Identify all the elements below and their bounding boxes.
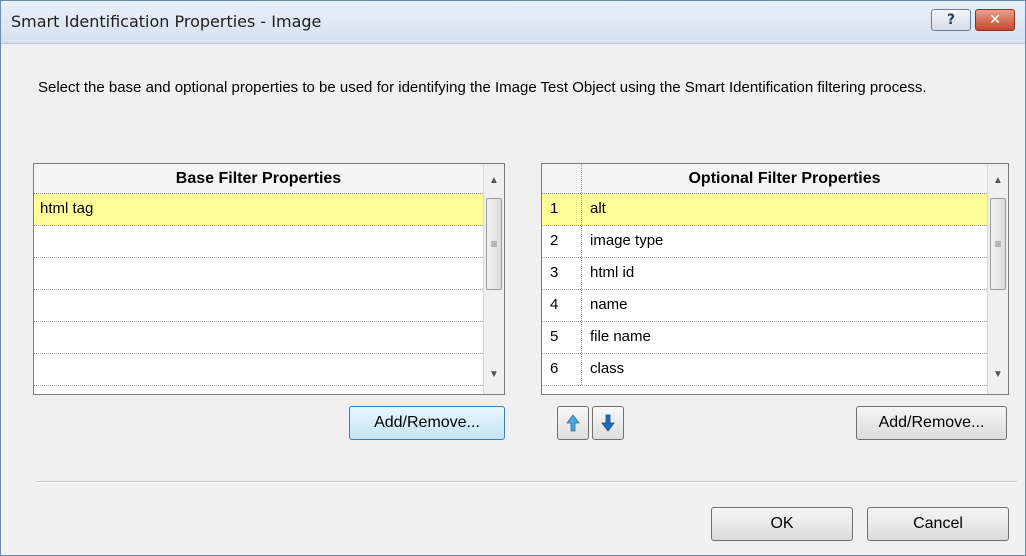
title-bar[interactable]: Smart Identification Properties - Image … [1,1,1025,44]
base-add-remove-button[interactable]: Add/Remove... [349,406,505,440]
base-filter-header: Base Filter Properties [34,164,483,194]
ok-button[interactable]: OK [711,507,853,541]
scroll-grip-icon: ≡ [490,237,498,251]
optional-filter-row[interactable]: 5 file name [542,322,987,354]
scroll-thumb[interactable]: ≡ [486,198,502,290]
scroll-down-icon[interactable]: ▼ [484,364,504,384]
cancel-button[interactable]: Cancel [867,507,1009,541]
scroll-thumb[interactable]: ≡ [990,198,1006,290]
dialog-window: Smart Identification Properties - Image … [0,0,1026,556]
move-up-button[interactable] [557,406,589,440]
row-number-header [542,164,582,193]
row-number: 6 [542,354,582,385]
dialog-title: Smart Identification Properties - Image [11,12,322,31]
optional-filter-property-name: file name [590,328,651,345]
optional-filter-scrollbar[interactable]: ▲ ≡ ▼ [987,164,1008,394]
row-number: 1 [542,194,582,225]
optional-filter-property-name: image type [590,232,664,249]
optional-filter-row[interactable]: 6 class [542,354,987,386]
down-arrow-icon [601,414,615,432]
footer-separator [36,481,1017,483]
optional-filter-property-name: class [590,360,625,377]
optional-filter-property-name: name [590,296,628,313]
optional-filter-row[interactable]: 2 image type [542,226,987,258]
scroll-up-icon[interactable]: ▲ [484,170,504,190]
base-filter-scrollbar[interactable]: ▲ ≡ ▼ [483,164,504,394]
optional-filter-row[interactable]: 4 name [542,290,987,322]
row-number: 4 [542,290,582,321]
row-number: 3 [542,258,582,289]
optional-filter-grid: Optional Filter Properties 1 alt 2 image ty… [541,163,1009,395]
scroll-up-icon[interactable]: ▲ [988,170,1008,190]
base-filter-row[interactable]: html tag [34,194,483,226]
optional-filter-property-name: html id [590,264,635,281]
optional-filter-header: Optional Filter Properties [542,164,987,194]
up-arrow-icon [566,414,580,432]
scroll-down-icon[interactable]: ▼ [988,364,1008,384]
scroll-grip-icon: ≡ [994,237,1002,251]
optional-filter-row[interactable]: 3 html id [542,258,987,290]
row-number: 2 [542,226,582,257]
base-filter-grid: Base Filter Properties html tag ▲ ≡ ▼ [33,163,505,395]
base-filter-row[interactable] [34,322,483,354]
help-button[interactable]: ? [931,9,971,31]
move-down-button[interactable] [592,406,624,440]
close-button[interactable]: ✕ [975,9,1015,31]
base-filter-row[interactable] [34,354,483,386]
instructions-text: Select the base and optional properties … [38,79,927,96]
optional-filter-row[interactable]: 1 alt [542,194,987,226]
base-filter-row[interactable] [34,226,483,258]
optional-add-remove-button[interactable]: Add/Remove... [856,406,1007,440]
optional-filter-header-label: Optional Filter Properties [688,169,881,187]
base-filter-row[interactable] [34,258,483,290]
base-filter-property-name: html tag [40,200,94,217]
base-filter-row[interactable] [34,290,483,322]
optional-filter-property-name: alt [590,200,606,217]
row-number: 5 [542,322,582,353]
